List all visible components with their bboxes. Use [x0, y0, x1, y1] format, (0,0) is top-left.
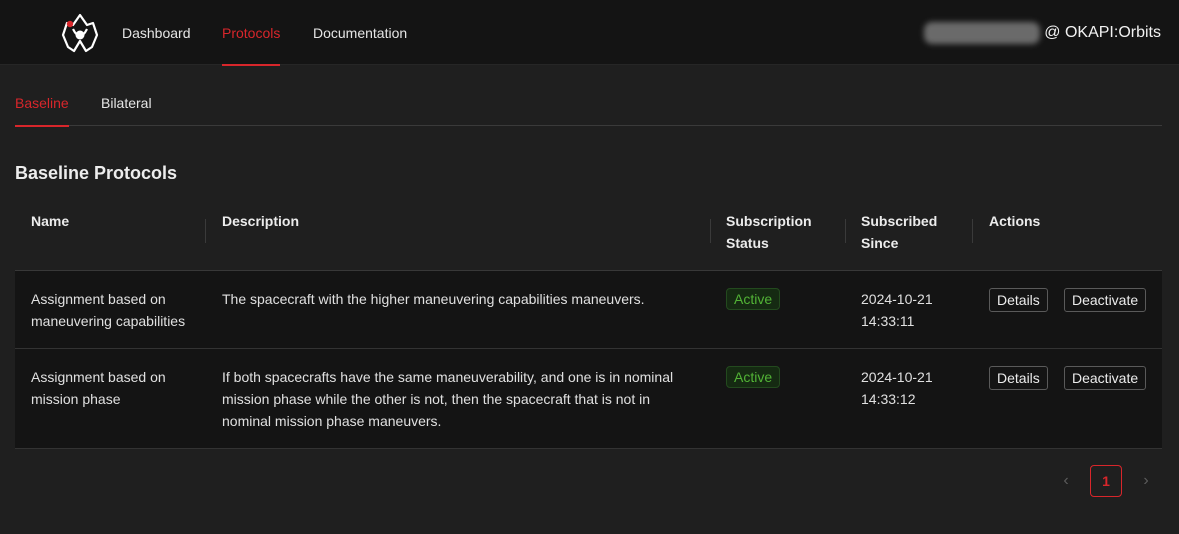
column-header-line: Subscribed	[861, 213, 938, 229]
protocol-name-line: mission phase	[31, 391, 121, 407]
protocol-description-line: nominal mission phase maneuvers.	[222, 413, 442, 429]
tab-bilateral[interactable]: Bilateral	[101, 66, 152, 126]
column-header-description: Description	[222, 213, 300, 229]
user-menu[interactable]: @ OKAPI:Orbits	[924, 22, 1161, 44]
tab-baseline[interactable]: Baseline	[15, 66, 69, 127]
protocol-name-line: Assignment based on	[31, 291, 166, 307]
deactivate-button[interactable]: Deactivate	[1064, 366, 1147, 390]
subscribed-since: 2024-10-21 14:33:12	[861, 366, 933, 410]
protocol-name: Assignment based on mission phase	[31, 366, 166, 410]
top-navigation: Dashboard Protocols Documentation @ OKAP…	[0, 0, 1179, 66]
subscription-status: Active	[726, 366, 781, 388]
subscribed-time: 14:33:11	[861, 313, 915, 329]
chevron-right-icon[interactable]: ›	[1130, 465, 1162, 497]
table-header: Name Description Subscription Status Sub…	[15, 196, 1162, 271]
nav-documentation[interactable]: Documentation	[313, 0, 407, 65]
column-divider	[972, 219, 973, 243]
protocol-name: Assignment based on maneuvering capabili…	[31, 288, 185, 332]
protocols-table: Name Description Subscription Status Sub…	[15, 196, 1162, 449]
column-header-line: Status	[726, 235, 769, 251]
nav-dashboard[interactable]: Dashboard	[122, 0, 191, 65]
column-header-subscription-status: Subscription Status	[726, 210, 812, 254]
protocol-name-line: maneuvering capabilities	[31, 313, 186, 329]
page-title: Baseline Protocols	[15, 163, 178, 183]
table-row: Assignment based on maneuvering capabili…	[15, 271, 1162, 349]
protocol-description-line: The spacecraft with the higher maneuveri…	[222, 291, 645, 307]
column-header-actions: Actions	[989, 213, 1041, 229]
column-header-line: Since	[861, 235, 899, 251]
user-organization: @ OKAPI:Orbits	[1044, 24, 1161, 41]
user-name-blurred	[924, 22, 1041, 44]
deactivate-button[interactable]: Deactivate	[1064, 288, 1147, 312]
protocol-type-tabs: Baseline Bilateral	[15, 66, 1162, 127]
protocol-description-line: mission phase while the other is not, th…	[222, 391, 651, 407]
status-badge: Active	[726, 366, 781, 388]
subscribed-time: 14:33:12	[861, 391, 916, 407]
column-header-line: Subscription	[726, 213, 812, 229]
okapi-logo-icon[interactable]	[59, 13, 101, 53]
protocol-description: The spacecraft with the higher maneuveri…	[222, 288, 645, 310]
table-row: Assignment based on mission phase If bot…	[15, 349, 1162, 449]
subscription-status: Active	[726, 288, 781, 310]
column-divider	[205, 219, 206, 243]
protocol-description-line: If both spacecrafts have the same maneuv…	[222, 369, 674, 385]
nav-protocols[interactable]: Protocols	[222, 0, 281, 66]
column-header-name: Name	[31, 213, 70, 229]
subscribed-since: 2024-10-21 14:33:11	[861, 288, 933, 332]
subscribed-date: 2024-10-21	[861, 291, 933, 307]
pagination: ‹ 1 ›	[1050, 465, 1162, 497]
column-header-subscribed-since: Subscribed Since	[861, 210, 937, 254]
page-number-button[interactable]: 1	[1090, 465, 1122, 497]
protocol-description: If both spacecrafts have the same maneuv…	[222, 366, 673, 432]
details-button[interactable]: Details	[989, 288, 1048, 312]
column-divider	[710, 219, 711, 243]
subscribed-date: 2024-10-21	[861, 369, 933, 385]
status-badge: Active	[726, 288, 781, 310]
protocol-name-line: Assignment based on	[31, 369, 166, 385]
details-button[interactable]: Details	[989, 366, 1048, 390]
chevron-left-icon[interactable]: ‹	[1050, 465, 1082, 497]
column-divider	[845, 219, 846, 243]
